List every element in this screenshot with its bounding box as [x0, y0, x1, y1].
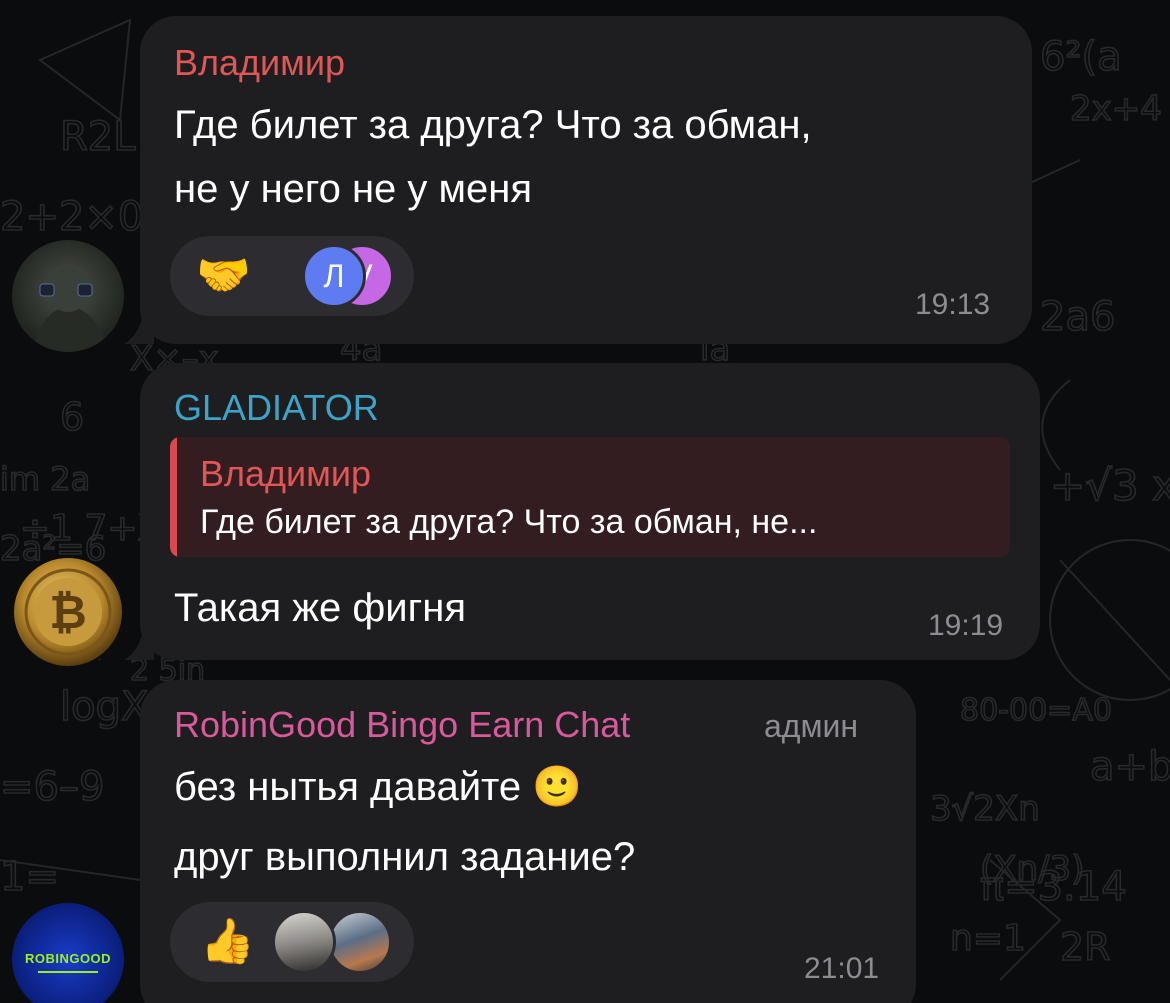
svg-text:a+b: a+b: [1090, 744, 1170, 790]
reactor-avatar: Л: [302, 244, 366, 308]
admin-badge: админ: [764, 708, 859, 744]
message-time: 19:13: [915, 288, 991, 321]
svg-text:+√3 x: +√3 x: [1050, 461, 1170, 510]
robingood-logo-text: ROBINGOOD: [24, 951, 112, 966]
reactor-avatar: [272, 910, 336, 974]
message-text-line: друг выполнил задание?: [174, 835, 636, 879]
message-bubble-2[interactable]: GLADIATOR Владимир Где билет за друга? Ч…: [140, 363, 1040, 660]
message-time: 19:19: [928, 609, 1004, 642]
message-sender[interactable]: GLADIATOR: [174, 387, 379, 429]
avatar-gladiator[interactable]: ₿: [12, 556, 124, 668]
chat-view: R2L 2+2×0=1 X×–x 6 im 2a ÷1 7+X 2a²=6 lo…: [0, 0, 1170, 1003]
svg-text:2R: 2R: [1060, 925, 1111, 969]
message-bubble-1[interactable]: Владимир Где билет за друга? Что за обма…: [140, 16, 1032, 344]
reaction-pill[interactable]: 👍: [170, 902, 414, 982]
svg-text:im 2a: im 2a: [0, 460, 90, 498]
svg-text:6: 6: [60, 395, 84, 439]
message-bubble-3[interactable]: RobinGood Bingo Earn Chat админ без ныть…: [140, 680, 916, 1003]
message-text-line: Такая же фигня: [174, 586, 466, 630]
svg-text:₿: ₿: [49, 585, 87, 639]
svg-text:logX: logX: [60, 684, 148, 730]
bitcoin-coin-icon: ₿: [12, 556, 124, 668]
message-text-line: не у него не у меня: [174, 167, 533, 211]
handshake-icon: 🤝: [196, 251, 251, 300]
svg-text:n=1: n=1: [950, 918, 1026, 959]
svg-text:6²(a: 6²(a: [1040, 34, 1122, 80]
arrow-icon: [38, 971, 98, 973]
svg-text:3√2Xn: 3√2Xn: [930, 789, 1040, 829]
thumbs-up-icon: 👍: [200, 917, 255, 966]
message-sender[interactable]: Владимир: [174, 42, 345, 84]
message-text-line: Где билет за друга? Что за обман,: [174, 103, 812, 147]
reply-text: Где билет за друга? Что за обман, не...: [200, 503, 818, 541]
reply-sender: Владимир: [200, 453, 372, 494]
reaction-pill[interactable]: 🤝 V Л: [170, 236, 414, 316]
avatar-robingood[interactable]: ROBINGOOD: [12, 903, 124, 1003]
svg-text:2x+4: 2x+4: [1070, 89, 1162, 129]
reactor-avatar: [328, 910, 392, 974]
svg-text:2a6: 2a6: [1040, 294, 1115, 340]
reply-accent-bar: [170, 437, 177, 557]
message-text-line: без нытья давайте 🙂: [174, 765, 583, 809]
avatar-vladimir[interactable]: [12, 240, 124, 352]
reply-quote[interactable]: Владимир Где билет за друга? Что за обма…: [170, 437, 1010, 557]
svg-text:R2L: R2L: [60, 114, 136, 160]
message-sender[interactable]: RobinGood Bingo Earn Chat: [174, 704, 630, 746]
svg-text:=6–9: =6–9: [0, 764, 104, 810]
message-time: 21:01: [804, 952, 880, 985]
svg-text:80-00=A0: 80-00=A0: [960, 693, 1112, 728]
avatar-photo: [12, 240, 124, 352]
